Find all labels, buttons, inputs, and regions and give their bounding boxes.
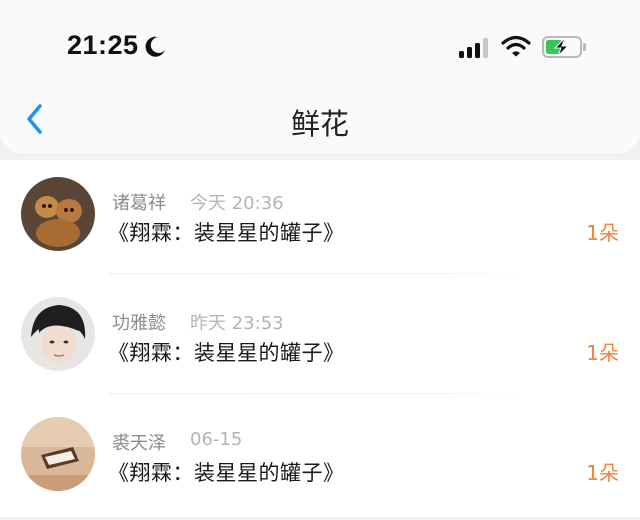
flower-count: 1朵 (586, 221, 619, 245)
status-time: 21:25 (67, 30, 139, 60)
top-bar: 21:25 鲜花 (0, 0, 640, 154)
book-title: 《翔霖：装星星的罐子》 (108, 461, 345, 485)
avatar[interactable] (21, 417, 95, 491)
wifi-icon (501, 35, 531, 57)
divider (108, 273, 532, 274)
gift-list: 诸葛祥 今天 20:36 《翔霖：装星星的罐子》 1朵 功雅懿 昨天 23:53… (0, 160, 640, 517)
user-name: 功雅懿 (112, 313, 166, 334)
list-item[interactable]: 功雅懿 昨天 23:53 《翔霖：装星星的罐子》 1朵 (0, 280, 640, 400)
avatar[interactable] (21, 297, 95, 371)
divider (108, 393, 532, 394)
avatar[interactable] (21, 177, 95, 251)
signal-icon (459, 38, 488, 58)
list-item[interactable]: 裘天泽 06-15 《翔霖：装星星的罐子》 1朵 (0, 400, 640, 520)
user-name: 裘天泽 (112, 433, 166, 454)
battery-charging-icon (542, 36, 586, 58)
timestamp: 今天 20:36 (190, 193, 284, 214)
timestamp: 06-15 (190, 429, 243, 450)
page-title: 鲜花 (290, 107, 349, 141)
list-item[interactable]: 诸葛祥 今天 20:36 《翔霖：装星星的罐子》 1朵 (0, 160, 640, 280)
moon-icon (145, 36, 165, 57)
book-title: 《翔霖：装星星的罐子》 (108, 341, 345, 365)
flower-count: 1朵 (586, 341, 619, 365)
user-name: 诸葛祥 (112, 193, 166, 214)
timestamp: 昨天 23:53 (190, 313, 284, 334)
book-title: 《翔霖：装星星的罐子》 (108, 221, 345, 245)
flower-count: 1朵 (586, 461, 619, 485)
